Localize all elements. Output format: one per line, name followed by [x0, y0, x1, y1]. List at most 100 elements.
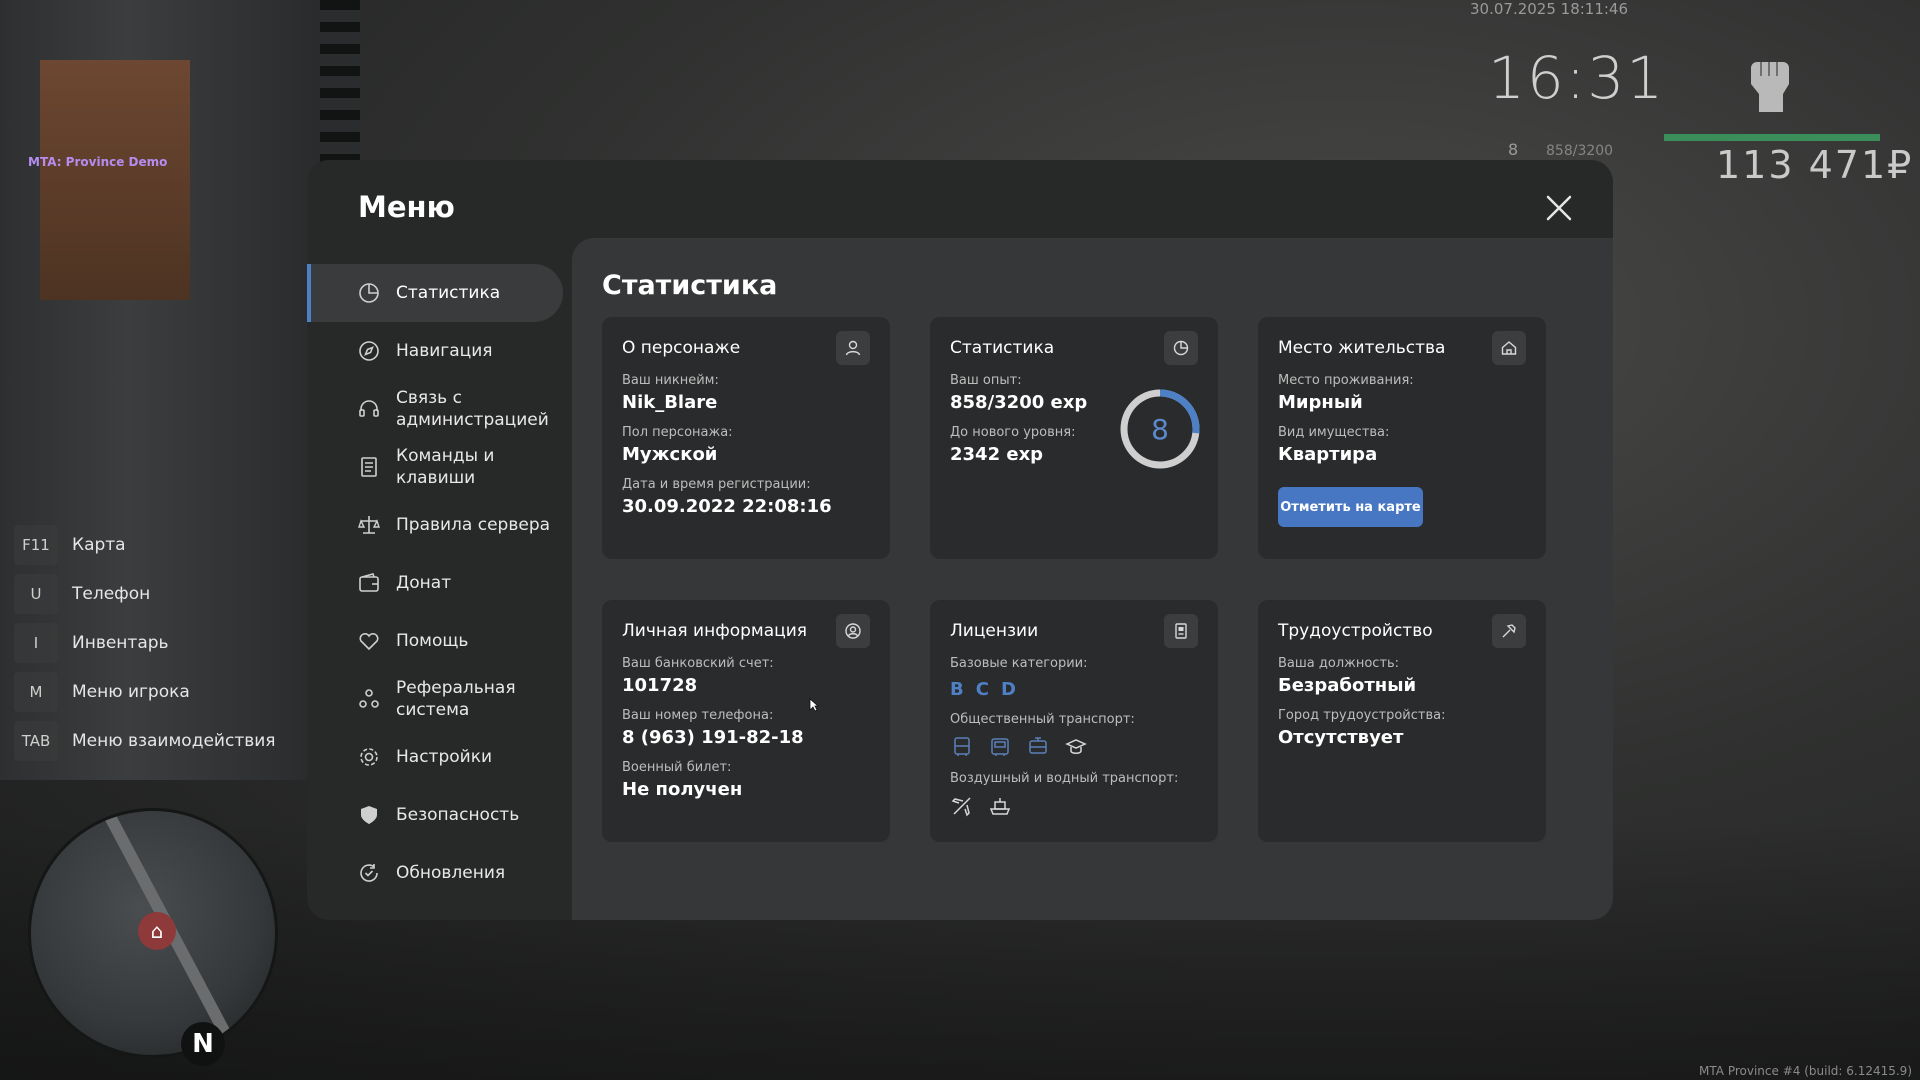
compass-icon: [359, 341, 379, 361]
air-water-transport-icons: [950, 794, 1198, 818]
hotkey-label: Меню взаимодействия: [72, 730, 276, 751]
base-categories-label: Базовые категории:: [950, 656, 1088, 671]
hotkey-phone: U Телефон: [14, 569, 276, 618]
plane-icon: [951, 797, 971, 817]
military-id-value: Не получен: [622, 779, 743, 800]
gender-label: Пол персонажа:: [622, 425, 733, 440]
refresh-icon: [360, 864, 378, 882]
phone-value: 8 (963) 191-82-18: [622, 727, 804, 748]
mark-on-map-button[interactable]: Отметить на карте: [1278, 487, 1423, 527]
sidebar-item-help[interactable]: Помощь: [307, 612, 572, 670]
job-city-label: Город трудоустройства:: [1278, 708, 1446, 723]
job-position-value: Безработный: [1278, 675, 1417, 696]
residence-place-value: Мирный: [1278, 392, 1363, 413]
content-panel: Статистика О персонаже Ваш никнейм: Nik_…: [572, 238, 1613, 920]
sidebar-item-label: Помощь: [396, 631, 469, 651]
sidebar-item-donate[interactable]: Донат: [307, 554, 572, 612]
pie-chart-icon: [1164, 331, 1198, 365]
sidebar-item-security[interactable]: Безопасность: [307, 786, 572, 844]
card-title: Место жительства: [1278, 338, 1446, 358]
sidebar-item-commands[interactable]: Команды и клавиши: [307, 438, 572, 496]
sidebar-item-label: Обновления: [396, 863, 506, 883]
hud-clock: 16:31: [1488, 44, 1666, 112]
card-licenses: Лицензии Базовые категории: B C D Общест…: [930, 600, 1218, 842]
hammer-icon: [1492, 614, 1526, 648]
ladder-structure: [320, 0, 360, 170]
residence-place-label: Место проживания:: [1278, 373, 1414, 388]
headset-icon: [359, 400, 379, 417]
phone-label: Ваш номер телефона:: [622, 708, 774, 723]
north-indicator: N: [181, 1022, 225, 1066]
card-title: О персонаже: [622, 338, 741, 358]
sidebar-item-label: Правила сервера: [396, 515, 551, 535]
user-icon: [836, 331, 870, 365]
card-title: Трудоустройство: [1278, 621, 1433, 641]
card-title: Личная информация: [622, 621, 808, 641]
map-marker-icon: ⌂: [138, 912, 176, 950]
page-title: Статистика: [602, 270, 778, 301]
license-category-c: C: [975, 679, 989, 700]
card-job: Трудоустройство Ваша должность: Безработ…: [1258, 600, 1546, 842]
sidebar: Статистика Навигация Связь с администрац…: [307, 264, 572, 902]
sidebar-item-referral[interactable]: Реферальная система: [307, 670, 572, 728]
property-type-label: Вид имущества:: [1278, 425, 1390, 440]
license-categories: B C D: [950, 679, 1198, 700]
hotkey-interaction-menu: TAB Меню взаимодействия: [14, 716, 276, 765]
home-icon: [1492, 331, 1526, 365]
sidebar-item-settings[interactable]: Настройки: [307, 728, 572, 786]
hud-level: 8: [1508, 140, 1519, 159]
hotkey-player-menu: M Меню игрока: [14, 667, 276, 716]
sidebar-item-statistics[interactable]: Статистика: [307, 264, 563, 322]
nickname-value: Nik_Blare: [622, 392, 718, 413]
user-circle-icon: [836, 614, 870, 648]
users-icon: [359, 689, 379, 708]
card-character: О персонаже Ваш никнейм: Nik_Blare Пол п…: [602, 317, 890, 559]
document-icon: [361, 457, 377, 477]
job-city-value: Отсутствует: [1278, 727, 1404, 748]
sidebar-item-updates[interactable]: Обновления: [307, 844, 572, 902]
card-title: Лицензии: [950, 621, 1039, 641]
modal-title: Меню: [358, 190, 455, 224]
wallet-icon: [359, 573, 379, 592]
gear-icon: [360, 748, 378, 766]
hotkey-inventory: I Инвентарь: [14, 618, 276, 667]
hotkey-key: U: [14, 573, 58, 614]
public-transport-icons: [950, 735, 1198, 759]
sidebar-item-admin-contact[interactable]: Связь с администрацией: [307, 380, 572, 438]
sidebar-item-label: Реферальная система: [396, 678, 516, 720]
sidebar-item-label: Настройки: [396, 747, 493, 767]
sidebar-item-rules[interactable]: Правила сервера: [307, 496, 572, 554]
id-card-icon: [1164, 614, 1198, 648]
sidebar-item-label: Команды и клавиши: [396, 446, 495, 488]
level-number: 8: [1151, 412, 1169, 446]
hotkey-key: I: [14, 622, 58, 663]
menu-modal: Меню Статистика Навигация Связь с админи…: [307, 160, 1613, 920]
sidebar-item-label: Безопасность: [396, 805, 520, 825]
hotkey-key: F11: [14, 524, 58, 565]
license-category-b: B: [950, 679, 964, 700]
hotkey-map: F11 Карта: [14, 520, 276, 569]
hotkey-label: Карта: [72, 534, 126, 555]
fist-icon: [1751, 62, 1789, 112]
gender-value: Мужской: [622, 444, 718, 465]
shield-icon: [361, 806, 377, 824]
sidebar-item-label: Навигация: [396, 341, 493, 361]
hotkey-key: TAB: [14, 720, 58, 761]
driver-cap-icon: [1065, 739, 1087, 754]
sidebar-item-label: Статистика: [396, 283, 501, 303]
close-icon[interactable]: [1543, 192, 1575, 224]
hotkey-label: Инвентарь: [72, 632, 169, 653]
military-id-label: Военный билет:: [622, 760, 732, 775]
card-title: Статистика: [950, 338, 1055, 358]
sidebar-item-label: Связь с администрацией: [396, 388, 549, 430]
server-tag: MTA: Province Demo: [28, 155, 168, 169]
tram-icon: [1029, 737, 1047, 754]
boat-icon: [989, 798, 1011, 815]
card-stats: Статистика Ваш опыт: 858/3200 exp До нов…: [930, 317, 1218, 559]
hotkey-label: Меню игрока: [72, 681, 190, 702]
sidebar-item-navigation[interactable]: Навигация: [307, 322, 572, 380]
mouse-cursor: [809, 698, 819, 712]
job-position-label: Ваша должность:: [1278, 656, 1400, 671]
public-transport-label: Общественный транспорт:: [950, 712, 1135, 727]
hud-datetime: 30.07.2025 18:11:46: [1470, 0, 1629, 18]
